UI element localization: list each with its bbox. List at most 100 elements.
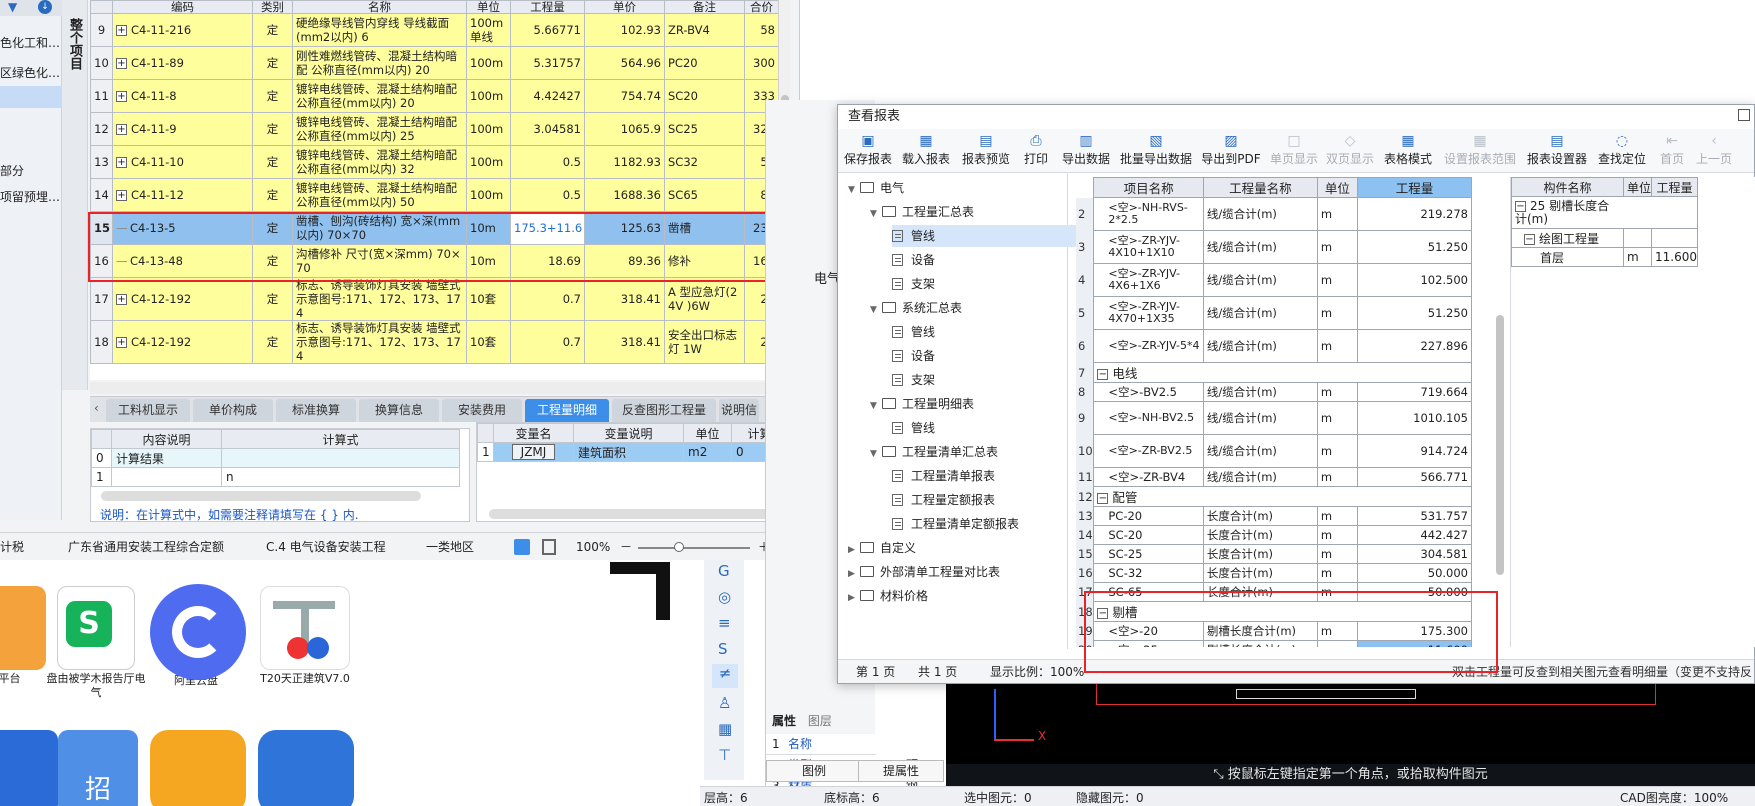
tab-2[interactable]: 单价构成 — [193, 399, 273, 422]
row-unit[interactable]: 100m — [466, 46, 511, 80]
tree-node[interactable]: ▼ 工程量明细表 — [870, 393, 974, 415]
tool-icon-6[interactable]: ♙ — [718, 694, 731, 712]
desktop-icon-bid[interactable]: 招 — [52, 730, 144, 806]
collapse-icon[interactable]: − — [1097, 369, 1109, 380]
row-type[interactable]: 定 — [252, 145, 293, 179]
collapse-icon[interactable]: − — [1097, 493, 1109, 504]
expand-icon[interactable]: + — [116, 58, 127, 69]
row-price[interactable]: 102.93 — [584, 13, 665, 47]
caret-right-icon[interactable]: ▶ — [848, 563, 860, 585]
row-qty[interactable]: 3.04581 — [510, 112, 585, 146]
row-price[interactable]: 1688.36 — [584, 178, 665, 212]
caret-down-icon[interactable]: ▼ — [848, 179, 860, 201]
row-unit[interactable]: 10套 — [466, 277, 511, 321]
caret-down-icon[interactable]: ▼ — [870, 395, 882, 417]
nav-item-selected[interactable] — [0, 86, 62, 108]
desktop-icon-orange-app[interactable] — [150, 730, 246, 806]
report-row[interactable]: 18− 剔槽 — [1076, 601, 1472, 622]
row-price[interactable]: 89.36 — [584, 244, 665, 278]
tool-icon-2[interactable]: ◎ — [718, 588, 731, 606]
toolbar-button-3[interactable]: ▤ 报表预览 — [958, 131, 1014, 171]
col-price[interactable]: 单价 — [584, 0, 665, 14]
report-row[interactable]: 14 SC-20 长度合计(m) m 442.427 — [1076, 525, 1472, 545]
report-row[interactable]: 10 <空>-ZR-BV2.5 线/缆合计(m) m 914.724 — [1076, 434, 1472, 468]
nav-item-2[interactable]: 区绿色化… — [0, 60, 62, 86]
table-row[interactable]: 17 + C4-12-192 定标志、诱导装饰灯具安装 墙壁式 示意图号:171、17… — [90, 277, 779, 321]
row-note[interactable]: A 型应急灯(24V )6W — [664, 277, 745, 321]
tree-node[interactable]: ▶ 自定义 — [848, 537, 916, 559]
calc-row[interactable]: 0 计算结果 — [91, 448, 460, 468]
desktop-icon-aliyun[interactable]: 阿里云盘 — [150, 584, 246, 688]
tool-icon-5[interactable]: ≠ — [712, 664, 738, 688]
row-note[interactable]: SC32 — [664, 145, 745, 179]
component-row[interactable]: − 绘图工程量 — [1511, 228, 1698, 248]
quantity[interactable]: 566.771 — [1357, 467, 1472, 487]
quantity[interactable]: 531.757 — [1357, 506, 1472, 526]
caret-down-icon[interactable]: ▼ — [870, 443, 882, 465]
row-unit[interactable]: 100m — [466, 79, 511, 113]
quantity[interactable]: 719.664 — [1357, 382, 1472, 402]
caret-right-icon[interactable]: ▶ — [848, 587, 860, 609]
row-type[interactable]: 定 — [252, 112, 293, 146]
col-note[interactable]: 备注 — [664, 0, 745, 14]
download-icon[interactable]: ↓ — [38, 0, 52, 14]
toolbar-button-1[interactable]: ▣ 保存报表 — [842, 131, 894, 171]
property-row[interactable]: 1 名称 — [766, 734, 876, 755]
extract-props-button[interactable]: 提属性 — [858, 760, 944, 782]
report-row[interactable]: 6 <空>-ZR-YJV-5*4 线/缆合计(m) m 227.896 — [1076, 329, 1472, 363]
row-note[interactable]: 凿槽 — [664, 211, 745, 245]
quantity[interactable]: 50.000 — [1357, 582, 1472, 602]
toolbar-button-13[interactable]: ◌ 查找定位 — [1594, 131, 1650, 171]
toolbar-button-8[interactable]: □ 单页显示 — [1268, 131, 1320, 171]
nav-item-3[interactable]: 部分 — [0, 158, 62, 184]
row-code[interactable]: + C4-11-12 — [112, 178, 253, 212]
quantity[interactable]: 914.724 — [1357, 434, 1472, 468]
row-note[interactable]: SC65 — [664, 178, 745, 212]
table-row[interactable]: 18 + C4-12-192 定标志、诱导装饰灯具安装 墙壁式 示意图号:171、17… — [90, 320, 779, 364]
row-type[interactable]: 定 — [252, 178, 293, 212]
row-name[interactable]: 镀锌电线管砖、混凝土结构暗配 公称直径(mm以内) 25 — [292, 112, 467, 146]
report-row[interactable]: 5 <空>-ZR-YJV-4X70+1X35 线/缆合计(m) m 51.250 — [1076, 296, 1472, 330]
desktop-icon-spreadsheet[interactable]: S 盘由被学木报告厅电气 — [46, 586, 146, 700]
nav-item-1[interactable]: 色化工和… — [0, 30, 62, 56]
var-hscroll[interactable] — [489, 509, 789, 519]
row-code[interactable]: + C4-11-10 — [112, 145, 253, 179]
tool-icon-3[interactable]: ≡ — [718, 614, 731, 632]
row-type[interactable]: 定 — [252, 320, 293, 364]
row-qty[interactable]: 0.5 — [510, 145, 585, 179]
tree-node[interactable]: 管线 — [892, 225, 1078, 247]
row-code[interactable]: + C4-11-89 — [112, 46, 253, 80]
row-name[interactable]: 镀锌电线管砖、混凝土结构暗配 公称直径(mm以内) 32 — [292, 145, 467, 179]
row-code[interactable]: + C4-11-216 — [112, 13, 253, 47]
col-name[interactable]: 名称 — [292, 0, 467, 14]
quantity[interactable]: 227.896 — [1357, 329, 1472, 363]
tree-node[interactable]: ▶ 外部清单工程量对比表 — [848, 561, 1000, 583]
expand-icon[interactable]: + — [116, 294, 127, 305]
toolbar-button-12[interactable]: ▤ 报表设置器 — [1524, 131, 1590, 171]
row-type[interactable]: 定 — [252, 277, 293, 321]
tree-node[interactable]: 管线 — [892, 417, 935, 439]
quantity[interactable]: 304.581 — [1357, 544, 1472, 564]
row-name[interactable]: 刚性难燃线管砖、混凝土结构暗配 公称直径(mm以内) 20 — [292, 46, 467, 80]
row-unit[interactable]: 10m — [466, 211, 511, 245]
quantity[interactable]: 102.500 — [1357, 263, 1472, 297]
toolbar-button-2[interactable]: ▦ 载入报表 — [898, 131, 954, 171]
table-row[interactable]: 12 + C4-11-9 定镀锌电线管砖、混凝土结构暗配 公称直径(mm以内) 25 1… — [90, 112, 779, 146]
legend-button[interactable]: 图例 — [766, 760, 862, 782]
toolbar-button-7[interactable]: ▨ 导出到PDF — [1198, 131, 1264, 171]
row-price[interactable]: 125.63 — [584, 211, 665, 245]
row-unit[interactable]: 100m — [466, 145, 511, 179]
report-row[interactable]: 3 <空>-ZR-YJV-4X10+1X10 线/缆合计(m) m 51.250 — [1076, 230, 1472, 264]
component-row[interactable]: −25 剔槽长度合计(m) — [1511, 196, 1698, 229]
expand-icon[interactable]: + — [116, 124, 127, 135]
report-row[interactable]: 15 SC-25 长度合计(m) m 304.581 — [1076, 544, 1472, 564]
tree-node[interactable]: ▼ 系统汇总表 — [870, 297, 962, 319]
table-row[interactable]: 13 + C4-11-10 定镀锌电线管砖、混凝土结构暗配 公称直径(mm以内) 32… — [90, 145, 779, 179]
row-code[interactable]: + C4-12-192 — [112, 320, 253, 364]
collapse-icon[interactable]: − — [1097, 608, 1109, 619]
tree-node[interactable]: 支架 — [892, 273, 935, 295]
table-row[interactable]: 16— C4-13-48 定沟槽修补 尺寸(宽×深mm) 70×70 10m 18.69… — [90, 244, 779, 278]
row-code[interactable]: + C4-11-9 — [112, 112, 253, 146]
row-price[interactable]: 318.41 — [584, 320, 665, 364]
row-type[interactable]: 定 — [252, 46, 293, 80]
